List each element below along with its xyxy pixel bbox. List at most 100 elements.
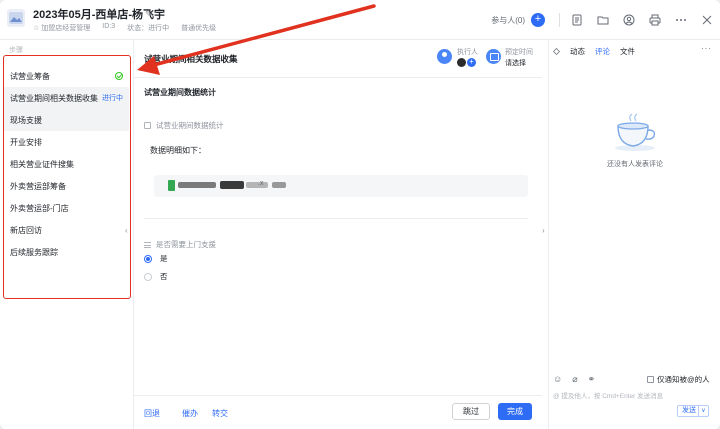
step-label: 外卖营运部-门店 <box>10 203 69 213</box>
radio-option-yes[interactable]: 是 <box>144 253 168 264</box>
due-date-value[interactable]: 请选择 <box>505 58 526 68</box>
rollback-button[interactable]: 回退 <box>144 408 160 419</box>
rich-text-line: 数据明细如下： <box>150 146 206 155</box>
step-label: 开业安排 <box>10 137 42 147</box>
divider <box>144 218 528 219</box>
spreadsheet-icon <box>168 180 175 191</box>
task-type-icon <box>7 9 25 27</box>
check-circle-icon <box>115 72 123 80</box>
tab-comments[interactable]: 评论 <box>595 46 610 57</box>
redacted-filename <box>272 182 286 188</box>
activity-tabs: 动态 评论 文件 <box>553 46 635 57</box>
print-icon[interactable] <box>642 10 668 30</box>
project-link[interactable]: ☆ 加盟店经营管理 <box>33 23 90 33</box>
step-item-delivery-prep[interactable]: 外卖营运部筹备 <box>4 175 129 197</box>
attach-icon[interactable]: ⌀ <box>572 374 577 385</box>
attachment-item[interactable]: .x <box>154 175 528 197</box>
add-participant-button[interactable]: + <box>531 13 545 27</box>
rich-text-content[interactable]: 数据明细如下： .x <box>144 135 528 219</box>
avatar[interactable] <box>457 58 466 67</box>
task-header: 2023年05月-西单店-杨飞宇 ✎ ☆ 加盟店经营管理 ID:3 状态：进行中 … <box>0 0 720 40</box>
file-extension: .x <box>258 180 264 187</box>
empty-teacup-icon <box>615 113 656 151</box>
redacted-filename <box>246 182 268 188</box>
assignee-label: 执行人 <box>457 49 478 56</box>
comment-input[interactable]: @ 提及他人，按 Cmd+Enter 发送消息 <box>553 390 663 400</box>
step-item-data-collection[interactable]: 试营业期间相关数据收集 进行中 <box>4 87 129 109</box>
field-label-onsite: 是否需要上门支援 <box>144 239 216 250</box>
steps-panel: 步骤 试营业筹备 试营业期间相关数据收集 进行中 现场支援 开业安排 相关营业证… <box>0 40 133 429</box>
step-detail: 试营业期间相关数据收集 执行人 + 预定时间 请选择 试营业期间数据统计 试营业… <box>133 40 542 429</box>
step-label: 相关营业证件搜集 <box>10 159 74 169</box>
step-title: 试营业期间相关数据收集 <box>144 54 238 64</box>
step-item-trial-prep[interactable]: 试营业筹备 <box>4 65 129 87</box>
star-icon[interactable]: ☆ <box>33 25 39 32</box>
collapse-left-icon[interactable]: ‹ <box>125 226 128 235</box>
urge-button[interactable]: 催办 <box>182 408 198 419</box>
step-item-onsite-support[interactable]: 现场支援 <box>4 109 129 131</box>
step-label: 后续服务跟踪 <box>10 247 58 257</box>
task-id: ID:3 <box>102 23 116 30</box>
task-priority[interactable]: 普通优先级 <box>181 23 216 33</box>
document-icon[interactable] <box>564 10 590 30</box>
activity-icon <box>553 48 560 55</box>
radio-button[interactable] <box>144 272 152 281</box>
step-detail-header: 试营业期间相关数据收集 执行人 + 预定时间 请选择 <box>134 40 542 78</box>
checkbox[interactable] <box>647 376 654 383</box>
steps-title: 步骤 <box>9 47 23 54</box>
step-label: 现场支援 <box>10 115 42 125</box>
step-item-opening[interactable]: 开业安排 <box>4 131 129 153</box>
assignee-icon <box>437 49 452 64</box>
due-date-label: 预定时间 <box>505 49 533 56</box>
redacted-filename <box>178 182 216 188</box>
notify-mentioned-toggle[interactable]: 仅通知被@的人 <box>647 374 710 385</box>
field-label-stats: 试营业期间数据统计 <box>144 120 224 131</box>
add-assignee-button[interactable]: + <box>467 58 476 67</box>
transfer-button[interactable]: 转交 <box>212 408 228 419</box>
comment-toolbar: ☺ ⌀ ⚭ <box>553 374 595 385</box>
send-button[interactable]: 发送 ∨ <box>677 405 709 417</box>
step-item-licenses[interactable]: 相关营业证件搜集 <box>4 153 129 175</box>
steps-list: 试营业筹备 试营业期间相关数据收集 进行中 现场支援 开业安排 相关营业证件搜集… <box>3 55 131 299</box>
list-icon <box>144 241 151 248</box>
complete-button[interactable]: 完成 <box>498 403 532 420</box>
folder-icon[interactable] <box>590 10 616 30</box>
section-title: 试营业期间数据统计 <box>144 88 216 97</box>
skip-button[interactable]: 跳过 <box>452 403 490 420</box>
task-window: 2023年05月-西单店-杨飞宇 ✎ ☆ 加盟店经营管理 ID:3 状态：进行中 … <box>0 0 720 429</box>
rich-text-icon <box>144 122 151 129</box>
emoji-icon[interactable]: ☺ <box>553 374 562 385</box>
divider <box>559 13 560 27</box>
tab-files[interactable]: 文件 <box>620 46 635 57</box>
collapse-right-icon[interactable]: › <box>542 226 545 235</box>
edit-icon[interactable]: ✎ <box>145 9 153 20</box>
step-item-follow-up[interactable]: 后续服务跟踪 <box>4 241 129 263</box>
radio-button[interactable] <box>144 254 152 263</box>
redacted-filename <box>220 181 244 189</box>
empty-comments-text: 还没有人发表评论 <box>607 161 663 168</box>
send-options-dropdown[interactable]: ∨ <box>698 406 708 416</box>
participants-label[interactable]: 参与人(0) <box>491 15 525 26</box>
tab-activity[interactable]: 动态 <box>570 46 585 57</box>
user-icon[interactable] <box>616 10 642 30</box>
more-icon[interactable]: ··· <box>701 44 712 53</box>
link-icon[interactable]: ⚭ <box>588 374 596 385</box>
radio-option-no[interactable]: 否 <box>144 271 168 282</box>
step-item-revisit[interactable]: 新店回访 <box>4 219 129 241</box>
step-actions-bar: 回退 催办 转交 跳过 完成 <box>134 395 542 429</box>
step-label: 外卖营运部筹备 <box>10 181 66 191</box>
step-label: 试营业期间相关数据收集 <box>10 93 98 103</box>
more-icon[interactable] <box>668 10 694 30</box>
task-meta: ☆ 加盟店经营管理 ID:3 状态：进行中 普通优先级 <box>33 23 216 33</box>
calendar-icon <box>486 49 501 64</box>
close-icon[interactable] <box>694 10 720 30</box>
step-label: 试营业筹备 <box>10 71 50 81</box>
activity-panel: 动态 评论 文件 ··· 还没有人发表评论 ☺ ⌀ ⚭ 仅通知被@的人 @ 提及… <box>548 40 720 429</box>
step-label: 新店回访 <box>10 225 42 235</box>
step-item-delivery-store[interactable]: 外卖营运部-门店 <box>4 197 129 219</box>
header-actions: 参与人(0) + <box>491 10 720 30</box>
status-badge: 进行中 <box>102 95 123 102</box>
task-status[interactable]: 状态：进行中 <box>127 23 169 33</box>
due-date-field[interactable]: 预定时间 请选择 <box>486 47 542 73</box>
assignee-field[interactable]: 执行人 + <box>437 47 483 73</box>
